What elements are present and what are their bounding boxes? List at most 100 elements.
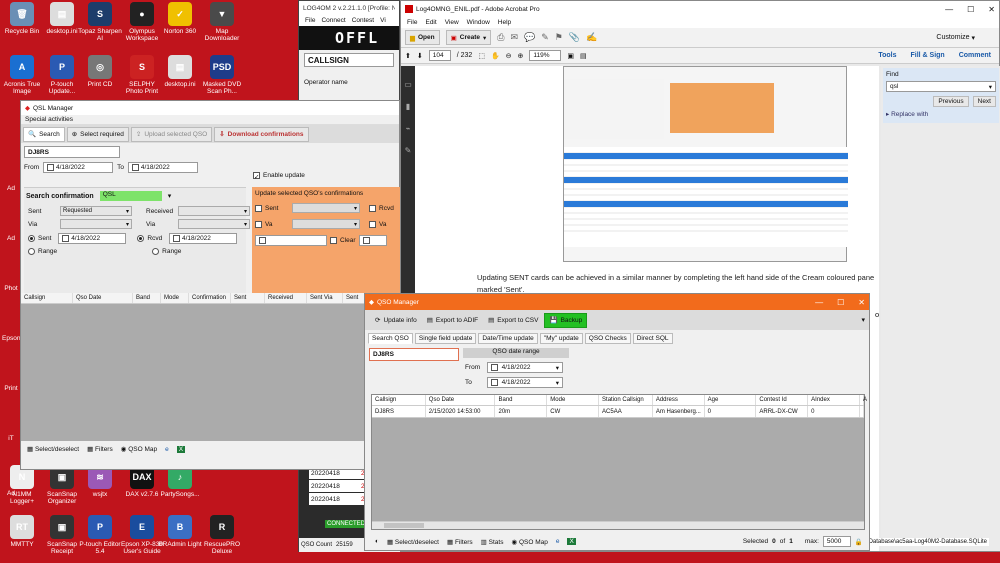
scrollbar-thumb[interactable] xyxy=(384,523,424,528)
range-radio[interactable] xyxy=(28,248,35,255)
close-icon[interactable]: ✕ xyxy=(988,5,995,14)
update-rcvd-checkbox[interactable] xyxy=(369,204,376,212)
update-via-checkbox[interactable] xyxy=(255,220,262,228)
menu-view[interactable]: View xyxy=(445,19,459,26)
rcvd-date-picker[interactable]: 4/18/2022 xyxy=(169,233,238,244)
max-input[interactable]: 5000 xyxy=(822,536,851,547)
export-csv-button[interactable]: ▤ Export to CSV xyxy=(484,313,542,328)
update-rcvd-via-checkbox[interactable] xyxy=(369,220,376,228)
menu-window[interactable]: Window xyxy=(467,19,490,26)
update-via-select[interactable]: ▾ xyxy=(292,219,360,229)
callsign-input[interactable]: DJ8RS xyxy=(24,146,120,158)
rcvd-radio[interactable] xyxy=(137,235,145,242)
to-date-picker[interactable]: 4/18/2022 xyxy=(128,162,199,173)
excel-icon[interactable]: X xyxy=(567,538,576,545)
email-icon[interactable]: ✉ xyxy=(510,32,518,43)
minimize-icon[interactable]: — xyxy=(815,298,823,307)
to-date-checkbox[interactable] xyxy=(132,164,140,171)
desktop-icon[interactable]: ◎ Print CD xyxy=(78,55,122,88)
desktop-icon-label[interactable]: Phot xyxy=(2,285,20,292)
table-row[interactable]: DJ8RS 2/15/2020 14:53:00 20m CW AC5AA Am… xyxy=(372,406,864,418)
range-radio[interactable] xyxy=(152,248,160,255)
desktop-icon[interactable]: P P-touch Editor 5.4 xyxy=(78,515,122,555)
menu-file[interactable]: File xyxy=(407,19,417,26)
toggle-icon[interactable]: ◐ xyxy=(375,538,379,545)
tab-qso-checks[interactable]: QSO Checks xyxy=(584,333,631,344)
desktop-icon[interactable]: B BRAdmin Light xyxy=(158,515,202,548)
desktop-icon[interactable]: ✓ Norton 360 xyxy=(158,2,202,35)
menu-edit[interactable]: Edit xyxy=(425,19,436,26)
zoom-in-icon[interactable]: ⊕ xyxy=(518,52,524,60)
desktop-icon-label[interactable]: Ad xyxy=(2,235,20,242)
find-input[interactable]: qsl ▾ xyxy=(886,81,996,92)
highlight-icon[interactable]: ✎ xyxy=(541,32,549,43)
sent-via-select[interactable]: ▾ xyxy=(60,219,132,229)
qso-map-button[interactable]: ◉ QSO Map xyxy=(121,445,157,453)
menu-file[interactable]: File xyxy=(305,17,315,24)
attach-icon[interactable]: 📎 xyxy=(569,32,580,43)
received-select[interactable]: ▾ xyxy=(178,206,250,216)
desktop-icon[interactable]: A Acronis True Image xyxy=(0,55,44,95)
signatures-icon[interactable]: ✎ xyxy=(401,140,415,162)
menu-connect[interactable]: Connect xyxy=(321,17,345,24)
desktop-icon[interactable]: ▼ Map Downloader xyxy=(200,2,244,42)
tab-my-update[interactable]: "My" update xyxy=(539,333,583,344)
select-deselect-button[interactable]: ▦ Select/deselect xyxy=(387,538,439,546)
customize-button[interactable]: Customize ▾ xyxy=(936,34,975,42)
upload-selected-button[interactable]: ⇪ Upload selected QSO xyxy=(130,126,213,142)
desktop-icon-label[interactable]: Print xyxy=(2,385,20,392)
desktop-icon-label[interactable]: iT xyxy=(2,435,20,442)
stamp-icon[interactable]: ⚑ xyxy=(555,32,563,43)
desktop-icon[interactable]: PSD Masked DVD Scan Ph... xyxy=(200,55,244,95)
received-via-select[interactable]: ▾ xyxy=(178,219,250,229)
tab-comment[interactable]: Comment xyxy=(959,52,991,59)
create-button[interactable]: ▣ Create ▾ xyxy=(445,30,492,45)
desktop-icon-label[interactable]: Ad xyxy=(2,185,20,192)
desktop-icon-label[interactable]: Ad xyxy=(2,490,20,497)
previous-button[interactable]: Previous xyxy=(933,96,969,107)
desktop-icon[interactable]: S Topaz Sharpen AI xyxy=(78,2,122,42)
callsign-input[interactable]: DJ8RS xyxy=(369,348,459,361)
stats-button[interactable]: ▥ Stats xyxy=(481,538,504,546)
select-required-button[interactable]: ⊕ Select required xyxy=(66,126,129,142)
qso-map-button[interactable]: ◉ QSO Map xyxy=(511,538,547,546)
close-icon[interactable]: ✕ xyxy=(858,298,865,307)
download-confirmations-button[interactable]: ⇩ Download confirmations xyxy=(214,126,309,142)
sent-select[interactable]: Requested ▾ xyxy=(60,206,132,216)
tab-search-qso[interactable]: Search QSO xyxy=(368,333,413,344)
replace-with-toggle[interactable]: ▸ Replace with xyxy=(886,110,996,118)
update-sent-date-picker[interactable] xyxy=(255,235,327,246)
bookmarks-icon[interactable]: ▮ xyxy=(401,96,415,118)
enable-update-checkbox[interactable]: ✓ Enable update xyxy=(253,172,305,181)
backup-button[interactable]: 💾 Backup xyxy=(544,312,588,328)
ie-icon[interactable]: e xyxy=(165,446,169,453)
to-date-picker[interactable]: 4/18/2022 ▾ xyxy=(487,377,563,388)
ie-icon[interactable]: e xyxy=(556,538,560,545)
from-date-picker[interactable]: 4/18/2022 xyxy=(43,162,114,173)
tab-fill-sign[interactable]: Fill & Sign xyxy=(910,52,944,59)
callsign-input[interactable]: CALLSIGN xyxy=(304,53,394,67)
menu-help[interactable]: Help xyxy=(498,19,511,26)
tab-direct-sql[interactable]: Direct SQL xyxy=(632,333,673,344)
from-date-checkbox[interactable] xyxy=(47,164,55,171)
desktop-icon[interactable]: 🗑 Recycle Bin xyxy=(0,2,44,35)
clear-checkbox[interactable] xyxy=(330,237,337,244)
open-button[interactable]: ▆ Open xyxy=(405,30,440,45)
from-date-picker[interactable]: 4/18/2022 ▾ xyxy=(487,362,563,373)
filters-button[interactable]: ▦ Filters xyxy=(87,445,113,453)
horizontal-scrollbar[interactable] xyxy=(372,521,864,529)
desktop-icon-label[interactable]: Epson xyxy=(2,335,20,342)
attachments-icon[interactable]: ⌁ xyxy=(401,118,415,140)
tab-tools[interactable]: Tools xyxy=(878,52,896,59)
page-number-input[interactable]: 104 xyxy=(428,50,451,61)
fit-page-icon[interactable]: ▣ xyxy=(567,52,574,60)
page-up-icon[interactable]: ⬆ xyxy=(405,52,411,60)
tab-date-time-update[interactable]: Date/Time update xyxy=(478,333,538,344)
sent-radio[interactable] xyxy=(28,235,35,242)
desktop-icon[interactable]: RT MMTTY xyxy=(0,515,44,548)
update-info-button[interactable]: ⟳ Update info xyxy=(371,313,421,328)
zoom-input[interactable]: 119% xyxy=(529,50,562,61)
select-deselect-button[interactable]: ▦ Select/deselect xyxy=(27,445,79,453)
desktop-icon[interactable]: ▤ desktop.ini xyxy=(158,55,202,88)
minimize-icon[interactable]: — xyxy=(945,5,953,14)
